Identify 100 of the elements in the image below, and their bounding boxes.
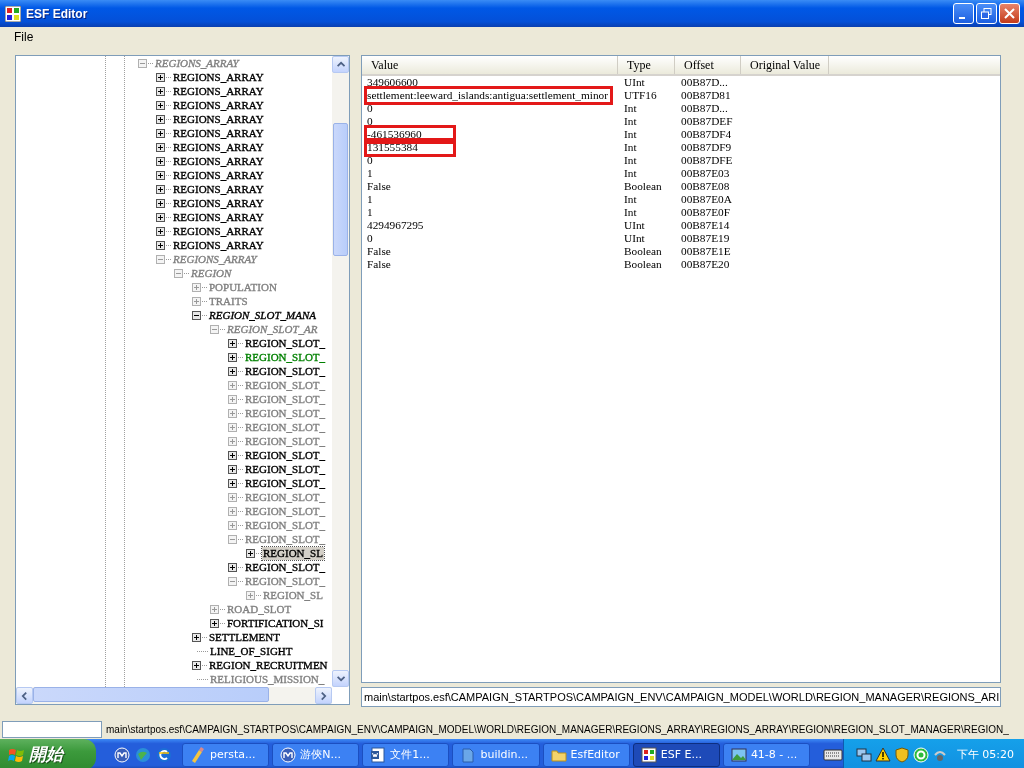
- tree-item[interactable]: REGION_SLOT_: [244, 490, 327, 504]
- column-header[interactable]: Offset: [675, 56, 741, 74]
- tree-item[interactable]: REGION_SL: [262, 546, 324, 560]
- tree-item[interactable]: REGIONS_ARRAY: [172, 140, 265, 154]
- close-button[interactable]: [999, 3, 1020, 24]
- plus-box-icon[interactable]: [156, 142, 165, 152]
- plus-box-icon[interactable]: [156, 198, 165, 208]
- plus-box-icon[interactable]: [156, 86, 165, 96]
- tree-item[interactable]: REGIONS_ARRAY: [172, 70, 265, 84]
- plus-box-icon[interactable]: [156, 114, 165, 124]
- tree-item[interactable]: REGIONS_ARRAY: [172, 238, 265, 252]
- plus-box-icon[interactable]: [156, 72, 165, 82]
- tree-item[interactable]: REGION_SLOT_: [244, 518, 327, 532]
- minimize-button[interactable]: [953, 3, 974, 24]
- plus-box-icon[interactable]: [156, 226, 165, 236]
- plus-box-icon[interactable]: [156, 212, 165, 222]
- tree-item[interactable]: REGIONS_ARRAY: [172, 112, 265, 126]
- tree-item[interactable]: REGION_RECRUITMEN: [208, 658, 329, 672]
- column-header[interactable]: Value: [362, 56, 618, 74]
- taskbar-button[interactable]: EsfEditor: [542, 742, 630, 767]
- tree-item[interactable]: REGIONS_ARRAY: [172, 154, 265, 168]
- plus-box-icon[interactable]: [156, 184, 165, 194]
- tree-item[interactable]: LINE_OF_SIGHT: [209, 644, 294, 658]
- tree-item[interactable]: REGION_SLOT_: [244, 336, 327, 350]
- tree-item[interactable]: REGION_SLOT_: [244, 462, 327, 476]
- tree-item[interactable]: RELIGIOUS_MISSION_: [209, 672, 326, 686]
- column-header[interactable]: Original Value: [741, 56, 829, 74]
- plus-box-icon[interactable]: [156, 240, 165, 250]
- scroll-thumb[interactable]: [333, 123, 348, 256]
- status-icon[interactable]: [912, 746, 929, 763]
- status-field[interactable]: [2, 720, 102, 738]
- plus-box-icon[interactable]: [192, 632, 201, 642]
- shield-icon[interactable]: [893, 746, 910, 763]
- tree-item[interactable]: REGION: [190, 266, 233, 280]
- tree-item[interactable]: REGION_SLOT_AR: [226, 322, 319, 336]
- taskbar-button[interactable]: 文件1...: [362, 742, 450, 767]
- tree-item[interactable]: ROAD_SLOT: [226, 602, 293, 616]
- tree-item[interactable]: REGION_SLOT_: [244, 420, 327, 434]
- tree-item[interactable]: FORTIFICATION_SI: [226, 616, 325, 630]
- tree-item[interactable]: REGION_SLOT_: [244, 560, 327, 574]
- vertical-scrollbar[interactable]: [332, 56, 349, 687]
- horizontal-scrollbar[interactable]: [16, 687, 332, 704]
- tree-item[interactable]: REGIONS_ARRAY: [172, 210, 265, 224]
- warning-icon[interactable]: [874, 746, 891, 763]
- plus-box-icon[interactable]: [228, 450, 237, 460]
- plus-box-icon[interactable]: [228, 366, 237, 376]
- tree-item[interactable]: REGIONS_ARRAY: [172, 224, 265, 238]
- tree-item[interactable]: REGION_SLOT_: [244, 364, 327, 378]
- plus-box-icon[interactable]: [228, 562, 237, 572]
- taskbar-button[interactable]: persta...: [182, 742, 270, 767]
- scroll-right-button[interactable]: [315, 687, 332, 704]
- plus-box-icon[interactable]: [210, 618, 219, 628]
- plus-box-icon[interactable]: [228, 338, 237, 348]
- tree-item[interactable]: REGION_SL: [262, 588, 324, 602]
- tree-item[interactable]: SETTLEMENT: [208, 630, 281, 644]
- tree-item[interactable]: REGION_SLOT_: [244, 532, 327, 546]
- scroll-thumb[interactable]: [33, 687, 269, 702]
- menu-item[interactable]: File: [8, 28, 40, 45]
- plus-box-icon[interactable]: [156, 100, 165, 110]
- tree-item[interactable]: REGIONS_ARRAY: [172, 252, 258, 266]
- tree-item[interactable]: REGION_SLOT_: [244, 350, 327, 364]
- taskbar-button[interactable]: buildin...: [452, 742, 540, 767]
- start-button[interactable]: 開始: [0, 739, 97, 768]
- tree-item[interactable]: REGIONS_ARRAY: [154, 56, 240, 70]
- plus-box-icon[interactable]: [246, 548, 255, 558]
- tree-item[interactable]: REGION_SLOT_: [244, 378, 327, 392]
- column-header[interactable]: Type: [618, 56, 675, 74]
- tree-item[interactable]: REGION_SLOT_: [244, 574, 327, 588]
- taskbar-button[interactable]: ESF E...: [632, 742, 720, 767]
- tree-item[interactable]: REGION_SLOT_: [244, 392, 327, 406]
- tree-item[interactable]: REGION_SLOT_: [244, 476, 327, 490]
- tree-item[interactable]: REGIONS_ARRAY: [172, 168, 265, 182]
- path-field[interactable]: main\startpos.esf\CAMPAIGN_STARTPOS\CAMPAIGN_ENV\CAMPAIGN_MODEL\WORLD\REGION_MANAGER\REGIONS_ARI: [361, 687, 1001, 707]
- plus-box-icon[interactable]: [228, 478, 237, 488]
- tree-item[interactable]: REGION_SLOT_: [244, 406, 327, 420]
- tree-item[interactable]: REGION_SLOT_: [244, 434, 327, 448]
- browser-icon[interactable]: [156, 746, 173, 763]
- app-icon[interactable]: [114, 746, 131, 763]
- taskbar-button[interactable]: 游俠N...: [272, 742, 360, 767]
- tree-item[interactable]: POPULATION: [208, 280, 278, 294]
- restore-button[interactable]: [976, 3, 997, 24]
- scroll-up-button[interactable]: [332, 56, 349, 73]
- plus-box-icon[interactable]: [156, 170, 165, 180]
- tree-item[interactable]: REGION_SLOT_MANA: [208, 308, 317, 322]
- taskbar-button[interactable]: 41-8 - ...: [722, 742, 810, 767]
- tree-item[interactable]: TRAITS: [208, 294, 249, 308]
- tree-item[interactable]: REGIONS_ARRAY: [172, 98, 265, 112]
- network-icon[interactable]: [855, 746, 872, 763]
- scroll-left-button[interactable]: [16, 687, 33, 704]
- tree-item[interactable]: REGIONS_ARRAY: [172, 196, 265, 210]
- tree-item[interactable]: REGIONS_ARRAY: [172, 182, 265, 196]
- plus-box-icon[interactable]: [228, 464, 237, 474]
- plus-box-icon[interactable]: [228, 352, 237, 362]
- plus-box-icon[interactable]: [156, 128, 165, 138]
- tree-item[interactable]: REGION_SLOT_: [244, 504, 327, 518]
- tree-item[interactable]: REGIONS_ARRAY: [172, 84, 265, 98]
- tree-item[interactable]: REGION_SLOT_: [244, 448, 327, 462]
- tree-item[interactable]: REGIONS_ARRAY: [172, 126, 265, 140]
- plus-box-icon[interactable]: [192, 660, 201, 670]
- minus-box-icon[interactable]: [192, 310, 201, 320]
